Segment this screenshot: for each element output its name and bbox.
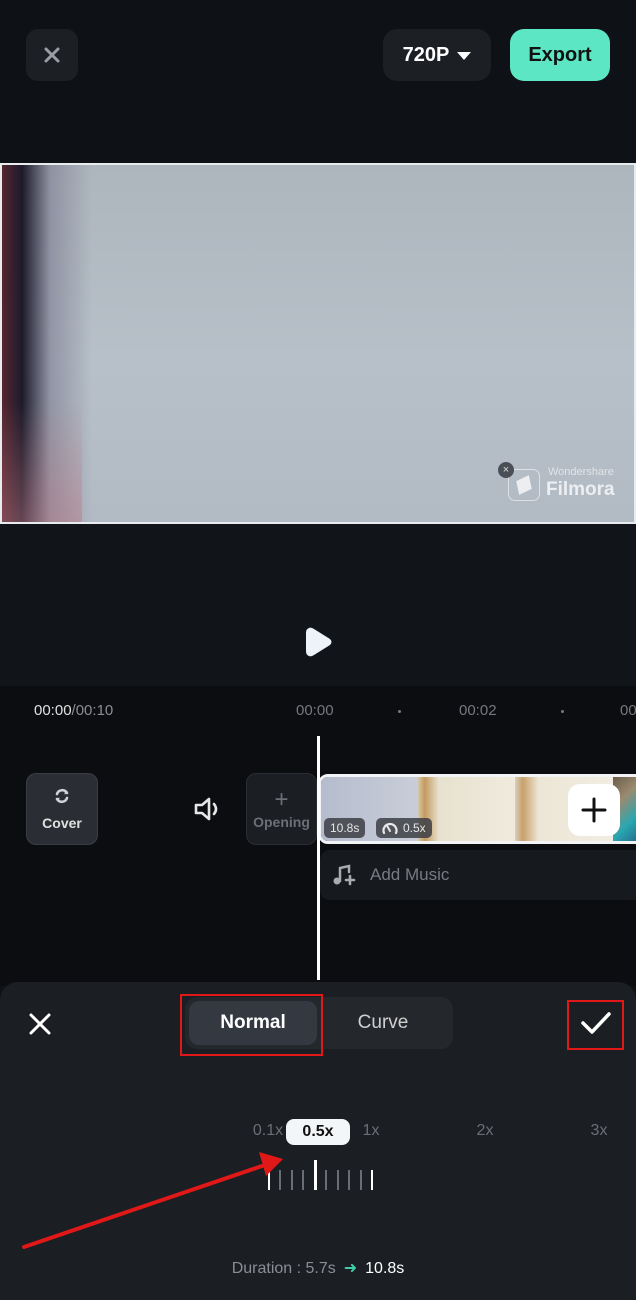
time-readout: 00:00/00:10 (34, 702, 113, 719)
slider-tick (348, 1170, 350, 1190)
top-bar: 720P Export (0, 0, 636, 162)
speaker-icon[interactable] (192, 794, 226, 824)
speed-panel: Normal Curve 0.1x 1x 2x 3x 0.5x Duration… (0, 982, 636, 1300)
slider-tick (279, 1170, 281, 1190)
slider-tick (371, 1170, 373, 1190)
ruler-dot (398, 710, 401, 713)
clip-duration: 10.8s (330, 821, 360, 835)
resolution-dropdown[interactable]: 720P (383, 29, 491, 81)
ruler-dot (561, 710, 564, 713)
duration-new: 10.8s (365, 1260, 405, 1277)
opening-label: Opening (253, 814, 310, 830)
speed-mark-label: 2x (476, 1122, 494, 1139)
speed-mark-label: 3x (590, 1122, 608, 1139)
slider-tick (325, 1170, 327, 1190)
add-music-label: Add Music (370, 865, 450, 884)
play-icon[interactable] (304, 624, 334, 660)
total-time: /00:10 (71, 702, 114, 719)
duration-original: Duration : 5.7s (231, 1260, 336, 1277)
add-opening-button[interactable]: + Opening (246, 773, 317, 845)
slider-tick (268, 1170, 270, 1190)
ruler-label: 00:00 (296, 702, 334, 719)
ruler-label: 00:02 (459, 702, 497, 719)
slider-tick (291, 1170, 293, 1190)
ruler-label: 00 (620, 702, 636, 719)
slider-tick (302, 1170, 304, 1190)
player-area (0, 524, 636, 686)
speed-mark-label: 1x (362, 1122, 380, 1139)
current-time: 00:00 (34, 702, 72, 719)
current-speed-bubble: 0.5x (286, 1119, 350, 1145)
plus-icon: + (274, 786, 289, 813)
clip-duration-badge: 10.8s (324, 818, 366, 838)
clip-thumbnail (417, 777, 515, 841)
slider-tick (337, 1170, 339, 1190)
clip-speed: 0.5x (403, 821, 426, 835)
caret-down-icon (457, 52, 472, 60)
highlight-box-normal (180, 994, 323, 1056)
cover-button[interactable]: Cover (26, 773, 98, 845)
slider-tick (360, 1170, 362, 1190)
video-preview[interactable]: × Wondershare Filmora (0, 163, 636, 524)
plus-icon (581, 797, 607, 823)
close-icon (44, 47, 60, 63)
resolution-label: 720P (402, 43, 450, 66)
arrow-right-icon: ➜ (343, 1260, 358, 1277)
clip-speed-badge: 0.5x (376, 818, 432, 838)
highlight-box-confirm (567, 1000, 624, 1050)
filmora-watermark: × Wondershare Filmora (498, 462, 618, 506)
close-button[interactable] (26, 29, 78, 81)
add-music-track[interactable]: Add Music (320, 850, 636, 900)
playhead[interactable] (317, 736, 320, 980)
watermark-brand-small: Wondershare (548, 466, 614, 478)
music-add-icon (333, 864, 356, 886)
add-clip-button[interactable] (568, 784, 620, 836)
close-icon[interactable] (26, 1010, 54, 1038)
tab-curve[interactable]: Curve (319, 1001, 447, 1045)
cover-label: Cover (42, 815, 82, 831)
refresh-icon (55, 788, 69, 804)
duration-readout: Duration : 5.7s ➜ 10.8s (0, 1258, 636, 1278)
speed-slider[interactable] (0, 1160, 636, 1190)
slider-thumb[interactable] (314, 1160, 317, 1190)
watermark-brand: Filmora (546, 479, 615, 500)
watermark-remove-button[interactable]: × (498, 462, 514, 478)
speedometer-icon (382, 822, 398, 835)
export-button[interactable]: Export (510, 29, 610, 81)
preview-frame-tint (2, 402, 82, 522)
speed-mark-label: 0.1x (252, 1122, 284, 1139)
